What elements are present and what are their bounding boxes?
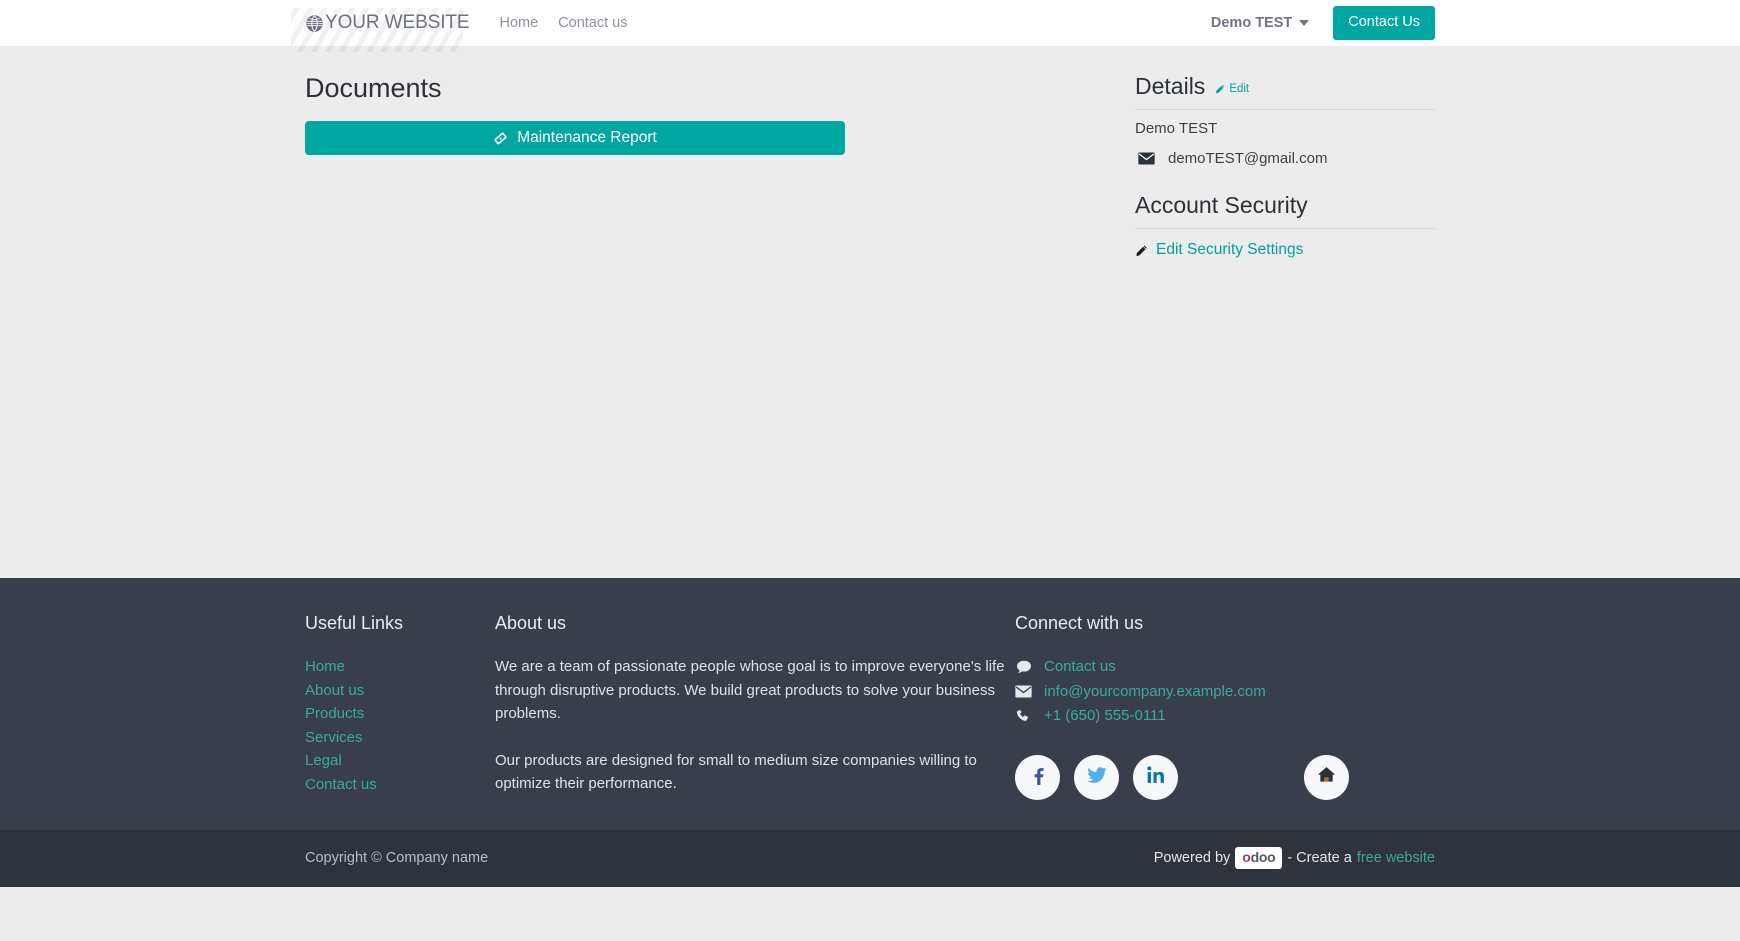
details-edit-label: Edit bbox=[1229, 82, 1250, 95]
details-email-value: demoTEST@gmail.com bbox=[1168, 150, 1328, 168]
document-label: Maintenance Report bbox=[517, 129, 657, 147]
brand-name: YOUR WEBSITE bbox=[325, 12, 470, 33]
copyright-text: Copyright © Company name bbox=[305, 850, 489, 867]
details-edit-link[interactable]: Edit bbox=[1215, 83, 1249, 95]
details-divider bbox=[1135, 108, 1435, 110]
powered-by-label: Powered by bbox=[1153, 850, 1231, 867]
document-maintenance-report-button[interactable]: Maintenance Report bbox=[305, 121, 845, 156]
user-menu-dropdown[interactable]: Demo TEST bbox=[1210, 14, 1310, 31]
brand-logo[interactable]: YOUR WEBSITE bbox=[291, 8, 475, 52]
footer-connect-heading: Connect with us bbox=[1015, 613, 1144, 633]
page-body: Documents Maintenance Report Details Edi… bbox=[0, 46, 1740, 578]
header-contact-us-button[interactable]: Contact Us bbox=[1333, 5, 1435, 41]
powered-by-block: Powered by odoo - Create a free website bbox=[1153, 847, 1435, 870]
edit-security-settings-label: Edit Security Settings bbox=[1156, 241, 1304, 258]
footer-link-home[interactable]: Home bbox=[305, 655, 495, 679]
footer-useful-links-column: Useful Links Home About us Products Serv… bbox=[305, 612, 495, 796]
footer-about-paragraph-1: We are a team of passionate people whose… bbox=[495, 658, 1005, 723]
footer-about-heading: About us bbox=[495, 613, 567, 633]
main-navigation: Home Contact us bbox=[499, 15, 627, 31]
pencil-icon bbox=[1135, 243, 1149, 257]
footer-link-legal[interactable]: Legal bbox=[305, 749, 495, 773]
copyright-bar: Copyright © Company name Powered by odoo… bbox=[0, 829, 1740, 887]
footer-link-contact-us[interactable]: Contact us bbox=[305, 773, 495, 797]
page-title: Documents bbox=[305, 73, 442, 103]
footer-phone-link[interactable]: +1 (650) 555-0111 bbox=[1044, 704, 1166, 728]
footer-social-buttons bbox=[1015, 754, 1435, 800]
footer-link-products[interactable]: Products bbox=[305, 702, 495, 726]
user-menu-label: Demo TEST bbox=[1210, 14, 1293, 31]
site-header: YOUR WEBSITE Home Contact us Demo TEST C… bbox=[0, 0, 1740, 52]
edit-security-settings-link[interactable]: Edit Security Settings bbox=[1135, 241, 1303, 259]
odoo-logo-o: o bbox=[1242, 849, 1251, 866]
footer-useful-links-heading: Useful Links bbox=[305, 613, 404, 633]
footer-contact-us-link[interactable]: Contact us bbox=[1044, 655, 1116, 679]
nav-item-contact-us[interactable]: Contact us bbox=[558, 15, 627, 31]
details-email-row: demoTEST@gmail.com bbox=[1135, 150, 1435, 167]
footer-email-link[interactable]: info@yourcompany.example.com bbox=[1044, 680, 1266, 704]
footer-phone-row: +1 (650) 555-0111 bbox=[1015, 704, 1435, 728]
footer-about-paragraph-2: Our products are designed for small to m… bbox=[495, 751, 977, 793]
nav-item-home[interactable]: Home bbox=[499, 15, 538, 31]
linkedin-button[interactable] bbox=[1133, 754, 1178, 800]
footer-contact-row: Contact us bbox=[1015, 655, 1435, 679]
header-right-area: Demo TEST Contact Us bbox=[1210, 5, 1435, 41]
pencil-icon bbox=[1215, 83, 1226, 94]
linkedin-icon bbox=[1146, 765, 1166, 790]
footer-link-services[interactable]: Services bbox=[305, 726, 495, 750]
footer-email-row: info@yourcompany.example.com bbox=[1015, 680, 1435, 704]
account-security-divider bbox=[1135, 228, 1435, 229]
home-button[interactable] bbox=[1304, 754, 1349, 800]
certificate-icon bbox=[493, 131, 508, 146]
footer-link-about-us[interactable]: About us bbox=[305, 679, 495, 703]
twitter-button[interactable] bbox=[1074, 754, 1119, 800]
odoo-logo-doo: doo bbox=[1250, 849, 1276, 866]
home-icon bbox=[1317, 765, 1336, 789]
envelope-icon bbox=[1138, 152, 1155, 165]
site-footer: Useful Links Home About us Products Serv… bbox=[0, 578, 1740, 830]
facebook-button[interactable] bbox=[1015, 754, 1060, 800]
footer-connect-column: Connect with us Contact us info@yourcomp… bbox=[1015, 612, 1435, 800]
phone-icon bbox=[1015, 709, 1032, 724]
details-sidebar: Details Edit Demo TEST demoTEST@gmail.co… bbox=[1135, 46, 1435, 262]
facebook-icon bbox=[1028, 765, 1048, 790]
details-user-name: Demo TEST bbox=[1135, 119, 1218, 137]
free-website-link[interactable]: free website bbox=[1357, 850, 1435, 866]
create-a-label: - Create a bbox=[1287, 850, 1352, 867]
chevron-down-icon bbox=[1299, 19, 1310, 26]
footer-about-column: About us We are a team of passionate peo… bbox=[495, 612, 1015, 796]
details-title: Details bbox=[1135, 73, 1206, 99]
twitter-icon bbox=[1086, 765, 1107, 790]
envelope-icon bbox=[1015, 685, 1032, 698]
account-security-title: Account Security bbox=[1135, 192, 1308, 219]
documents-section: Documents Maintenance Report bbox=[305, 46, 1095, 156]
globe-icon bbox=[305, 14, 324, 33]
details-header: Details Edit bbox=[1135, 72, 1435, 101]
comment-icon bbox=[1015, 660, 1032, 674]
odoo-logo[interactable]: odoo bbox=[1235, 847, 1283, 870]
